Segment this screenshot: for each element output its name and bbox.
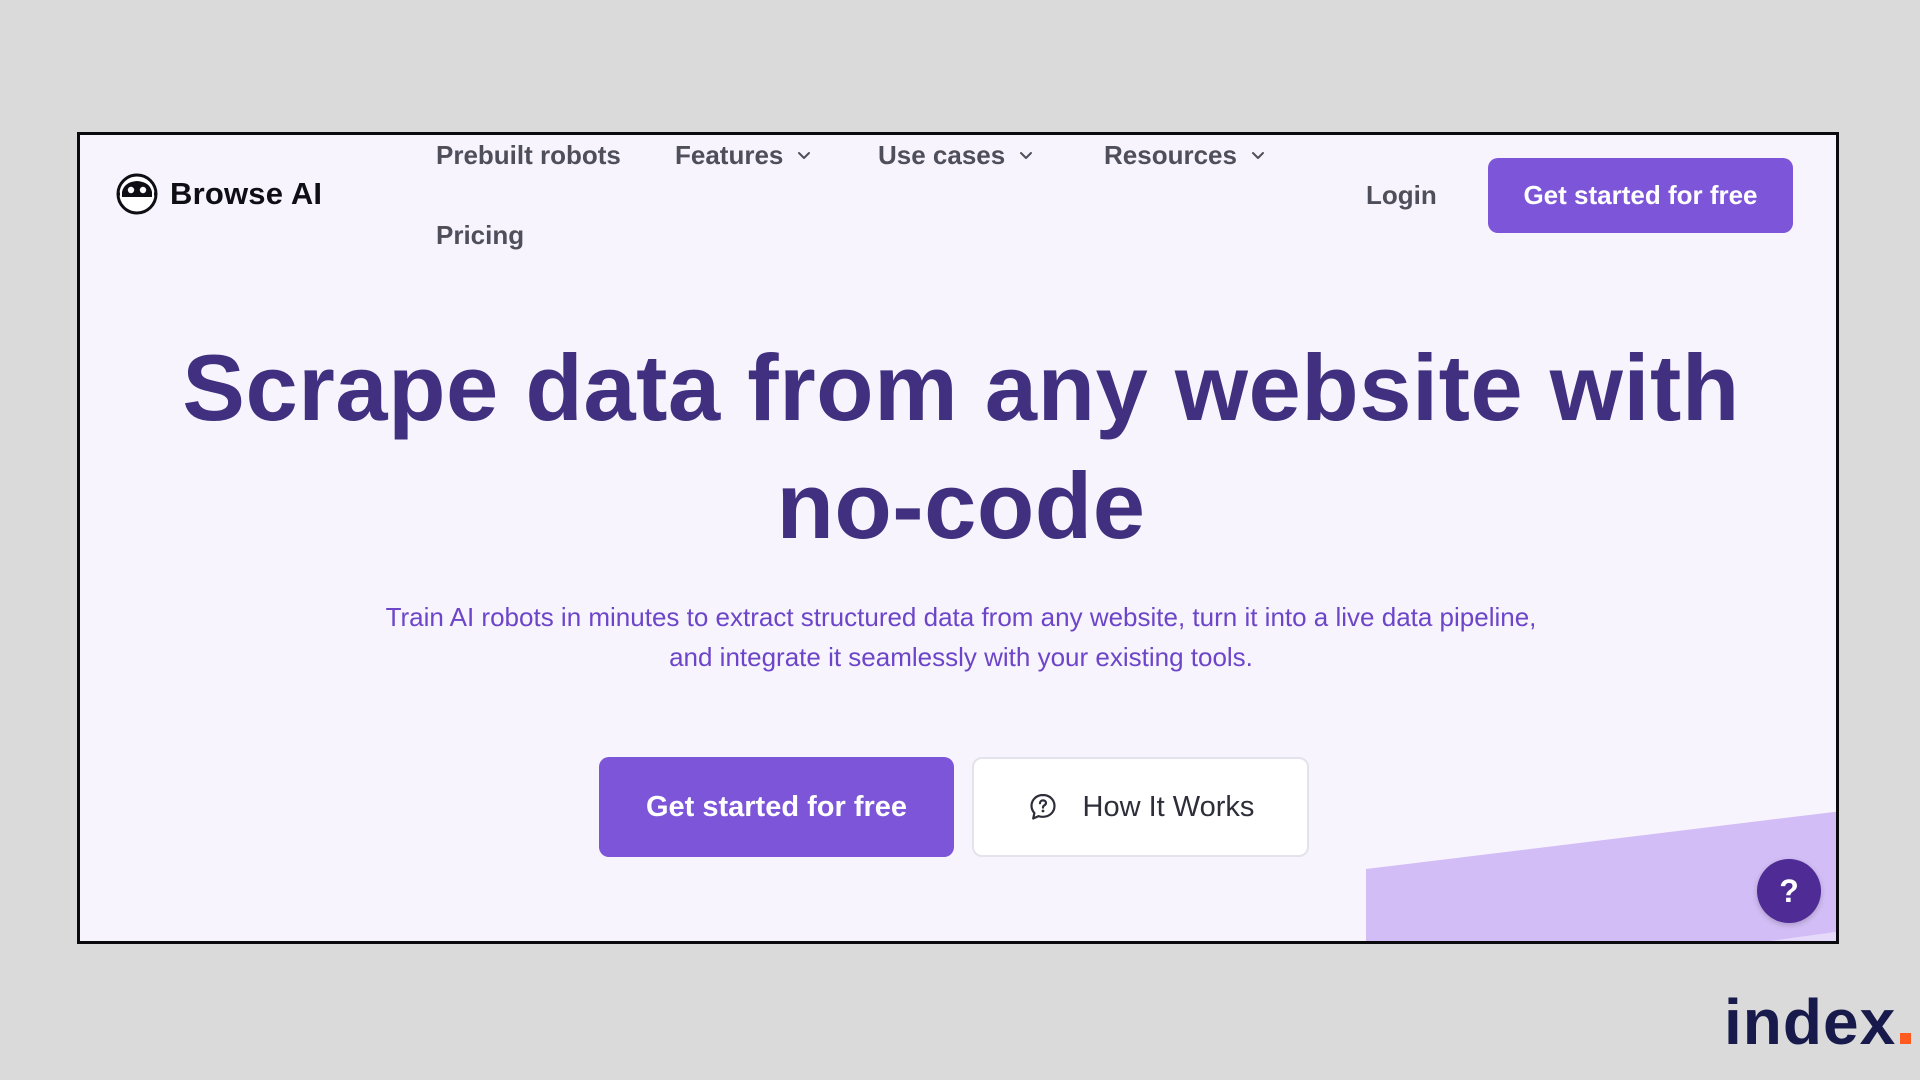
nav-resources[interactable]: Resources [1104, 135, 1267, 175]
nav-use-cases-label: Use cases [878, 139, 1006, 170]
question-mark-icon: ? [1779, 872, 1799, 909]
robot-face-icon [116, 173, 158, 215]
how-it-works-button[interactable]: How It Works [972, 757, 1309, 857]
index-watermark: index [1724, 986, 1912, 1058]
hero-title-line-1: Scrape data from any website with [182, 335, 1740, 440]
nav-pricing[interactable]: Pricing [436, 215, 524, 255]
watermark-dot [1900, 1033, 1912, 1044]
header-get-started-button[interactable]: Get started for free [1488, 158, 1793, 233]
chevron-down-icon [798, 152, 811, 159]
website-screenshot-frame: Browse AI Prebuilt robots Features Use c… [77, 132, 1839, 944]
login-link[interactable]: Login [1366, 175, 1437, 215]
chevron-down-icon [1251, 152, 1264, 159]
nav-prebuilt-robots[interactable]: Prebuilt robots [436, 135, 621, 175]
chevron-down-icon [1020, 152, 1033, 159]
hero-subtitle: Train AI robots in minutes to extract st… [280, 597, 1642, 677]
nav-pricing-label: Pricing [436, 219, 525, 250]
watermark-text: index [1724, 986, 1897, 1058]
nav-resources-label: Resources [1104, 139, 1237, 170]
nav-use-cases[interactable]: Use cases [878, 135, 1035, 175]
how-it-works-label: How It Works [1082, 790, 1255, 823]
hero-subtitle-line-1: Train AI robots in minutes to extract st… [385, 602, 1537, 632]
get-started-button[interactable]: Get started for free [599, 757, 954, 857]
help-chat-button[interactable]: ? [1757, 859, 1821, 923]
header-get-started-label: Get started for free [1523, 180, 1758, 210]
nav-features[interactable]: Features [675, 135, 813, 175]
hero-title: Scrape data from any website with no-cod… [140, 329, 1782, 565]
hero-subtitle-line-2: and integrate it seamlessly with your ex… [669, 642, 1253, 672]
chat-question-icon [1029, 793, 1056, 820]
get-started-label: Get started for free [645, 790, 908, 823]
hero-title-line-2: no-code [776, 453, 1146, 558]
nav-prebuilt-robots-label: Prebuilt robots [436, 139, 621, 170]
nav-features-label: Features [675, 139, 784, 170]
logo-text: Browse AI [170, 176, 323, 211]
browse-ai-logo[interactable]: Browse AI [116, 173, 323, 215]
